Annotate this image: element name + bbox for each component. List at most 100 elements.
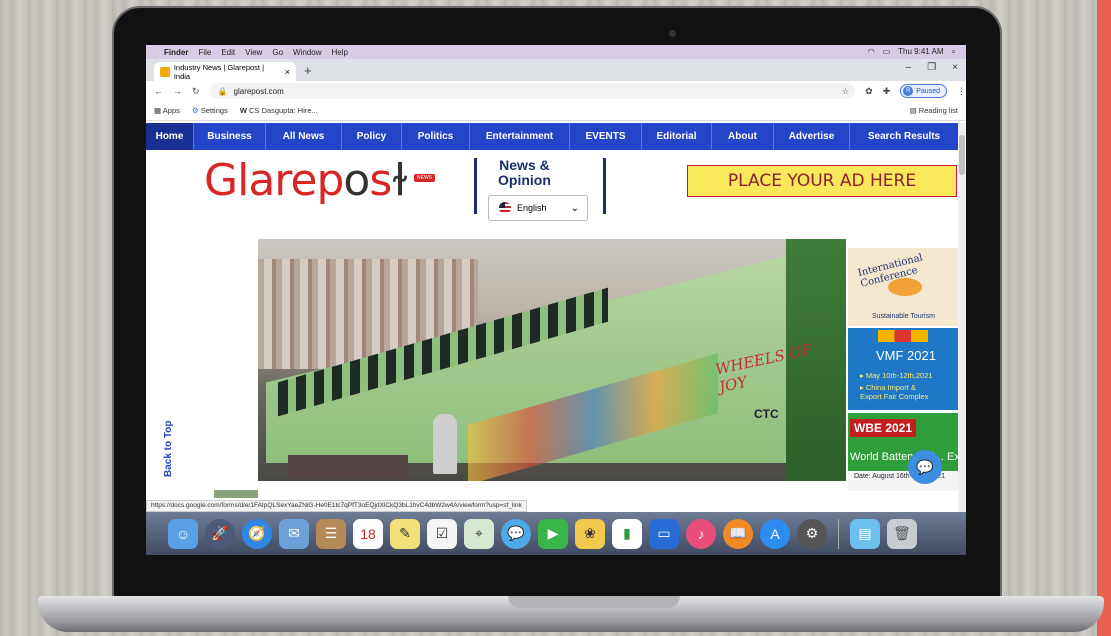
- ad-banner[interactable]: PLACE YOUR AD HERE: [687, 165, 957, 197]
- puzzle-icon[interactable]: ✚: [883, 86, 891, 97]
- mac-dock: ☺ 🚀 🧭 ✉ ☰ 18 ✎ ☑ ⌖ 💬 ▶ ❀ ▮ ▭ ♪ 📖 A ⚙ ▤ 🗑: [146, 512, 966, 555]
- menu-file[interactable]: File: [198, 48, 211, 57]
- restore-icon[interactable]: ❐: [927, 62, 936, 73]
- bookmark-settings[interactable]: ⚙ Settings: [192, 106, 228, 115]
- bookmark-star-icon[interactable]: ☆: [842, 87, 855, 96]
- bookmark-dasgupta[interactable]: W CS Dasgupta: Hire...: [240, 106, 318, 115]
- reading-list-label: Reading list: [918, 106, 958, 115]
- nav-search-results[interactable]: Search Results: [850, 123, 958, 150]
- profile-status: Paused: [916, 87, 940, 95]
- new-tab-icon[interactable]: +: [304, 63, 312, 78]
- spotlight-icon[interactable]: ⌕: [952, 47, 956, 57]
- photos-icon[interactable]: ❀: [575, 518, 605, 549]
- site-logo[interactable]: Glareposɫ: [204, 155, 409, 206]
- language-select[interactable]: English ⌄: [488, 195, 588, 221]
- calendar-icon[interactable]: 18: [353, 518, 383, 549]
- menu-view[interactable]: View: [245, 48, 262, 57]
- keynote-icon[interactable]: ▭: [649, 518, 679, 549]
- language-value: English: [517, 203, 547, 213]
- notes-icon[interactable]: ✎: [390, 518, 420, 549]
- menubar-clock[interactable]: Thu 9:41 AM: [898, 47, 943, 57]
- favicon-icon: [160, 66, 170, 77]
- numbers-icon[interactable]: ▮: [612, 518, 642, 549]
- header-divider-right: [603, 158, 606, 214]
- chevron-down-icon: ⌄: [570, 202, 579, 214]
- launchpad-icon[interactable]: 🚀: [205, 518, 235, 549]
- reading-list-icon: ▤: [909, 106, 917, 115]
- browser-tab[interactable]: Industry News | Glarepost | India ×: [154, 62, 296, 81]
- ad-vmf-venue: ▸ China Import & Export Fair Complex: [860, 383, 928, 401]
- bookmark-dasgupta-label: CS Dasgupta: Hire...: [249, 106, 318, 115]
- menu-help[interactable]: Help: [331, 48, 347, 57]
- scrollbar-thumb[interactable]: [959, 135, 965, 175]
- window-close-icon[interactable]: ×: [952, 62, 958, 73]
- w-icon: W: [239, 106, 247, 115]
- ad-vmf[interactable]: VMF 2021 ▸ May 10th-12th,2021 ▸ China Im…: [848, 328, 958, 410]
- reminders-icon[interactable]: ☑: [427, 518, 457, 549]
- minimize-icon[interactable]: –: [906, 62, 912, 73]
- nav-home[interactable]: Home: [146, 123, 194, 150]
- page-scrollbar[interactable]: [958, 123, 966, 555]
- nav-policy[interactable]: Policy: [342, 123, 402, 150]
- app-store-icon[interactable]: A: [760, 518, 790, 549]
- tagline-line2: Opinion: [498, 172, 551, 188]
- facetime-icon[interactable]: ▶: [538, 518, 568, 549]
- ad-vmf-date: ▸ May 10th-12th,2021: [860, 371, 933, 380]
- chat-bubble-icon[interactable]: 💬: [908, 450, 942, 484]
- nav-editorial[interactable]: Editorial: [642, 123, 712, 150]
- bookmark-apps[interactable]: ▦ Apps: [154, 106, 180, 115]
- reading-list[interactable]: ▤ Reading list: [910, 106, 966, 115]
- back-to-top-link[interactable]: Back to Top: [163, 421, 174, 477]
- browser-tab-strip: Industry News | Glarepost | India × + – …: [146, 59, 966, 81]
- system-preferences-icon[interactable]: ⚙: [797, 518, 827, 549]
- extension-icon[interactable]: ✿: [865, 86, 873, 97]
- nav-about[interactable]: About: [712, 123, 774, 150]
- maps-icon[interactable]: ⌖: [464, 518, 494, 549]
- nav-all-news[interactable]: All News: [266, 123, 342, 150]
- conference-emblem-icon: [888, 278, 922, 296]
- downloads-folder-icon[interactable]: ▤: [850, 518, 880, 549]
- site-tagline: News & Opinion: [498, 158, 551, 188]
- ad-vmf-title: VMF 2021: [876, 348, 936, 363]
- mail-icon[interactable]: ✉: [279, 518, 309, 549]
- nav-politics[interactable]: Politics: [402, 123, 470, 150]
- kebab-menu-icon[interactable]: ⋮: [957, 86, 966, 97]
- reload-icon[interactable]: ↻: [192, 86, 200, 97]
- music-icon[interactable]: ♪: [686, 518, 716, 549]
- back-arrow-icon[interactable]: ←: [154, 86, 163, 96]
- menu-go[interactable]: Go: [272, 48, 283, 57]
- trash-icon[interactable]: 🗑: [887, 518, 917, 549]
- lock-icon[interactable]: 🔒: [218, 87, 228, 96]
- nav-entertainment[interactable]: Entertainment: [470, 123, 570, 150]
- address-bar[interactable]: 🔒 glarepost.com ☆: [209, 83, 856, 99]
- bookmark-apps-label: Apps: [162, 106, 180, 115]
- logo-text-end: s: [369, 155, 392, 206]
- messages-icon[interactable]: 💬: [501, 518, 531, 549]
- menu-finder[interactable]: Finder: [164, 48, 188, 57]
- ad-wbe[interactable]: WBE 2021 World Battery Ind... Expo Date:…: [848, 413, 958, 491]
- safari-icon[interactable]: 🧭: [242, 518, 272, 549]
- url-text[interactable]: glarepost.com: [234, 87, 284, 96]
- mac-menu-bar: Finder File Edit View Go Window Help ◠ ▭…: [146, 45, 966, 59]
- tab-close-icon[interactable]: ×: [285, 67, 290, 77]
- menu-window[interactable]: Window: [293, 48, 321, 57]
- nav-events[interactable]: EVENTS: [570, 123, 642, 150]
- tab-title: Industry News | Glarepost | India: [173, 62, 265, 81]
- battery-icon[interactable]: ▭: [883, 47, 891, 57]
- hero-image[interactable]: WHEELS OF JOY CTC: [258, 239, 846, 481]
- ad-conference[interactable]: International Conference Sustainable Tou…: [848, 248, 958, 326]
- nav-advertise[interactable]: Advertise: [774, 123, 850, 150]
- finder-icon[interactable]: ☺: [168, 518, 198, 549]
- wifi-icon[interactable]: ◠: [868, 47, 875, 57]
- browser-toolbar: ← → ↻ 🔒 glarepost.com ☆ ✿ ✚ R Paused ⋮: [146, 81, 966, 101]
- forward-arrow-icon[interactable]: →: [173, 86, 182, 96]
- menu-edit[interactable]: Edit: [221, 48, 235, 57]
- profile-button[interactable]: R Paused: [900, 84, 947, 98]
- contacts-icon[interactable]: ☰: [316, 518, 346, 549]
- bottom-thumbnail[interactable]: [214, 490, 258, 498]
- microphone-icon: ɫ: [391, 155, 408, 206]
- nav-business[interactable]: Business: [194, 123, 266, 150]
- books-icon[interactable]: 📖: [723, 518, 753, 549]
- painter-figure: [433, 414, 457, 474]
- tram-ctc-label: CTC: [754, 407, 779, 421]
